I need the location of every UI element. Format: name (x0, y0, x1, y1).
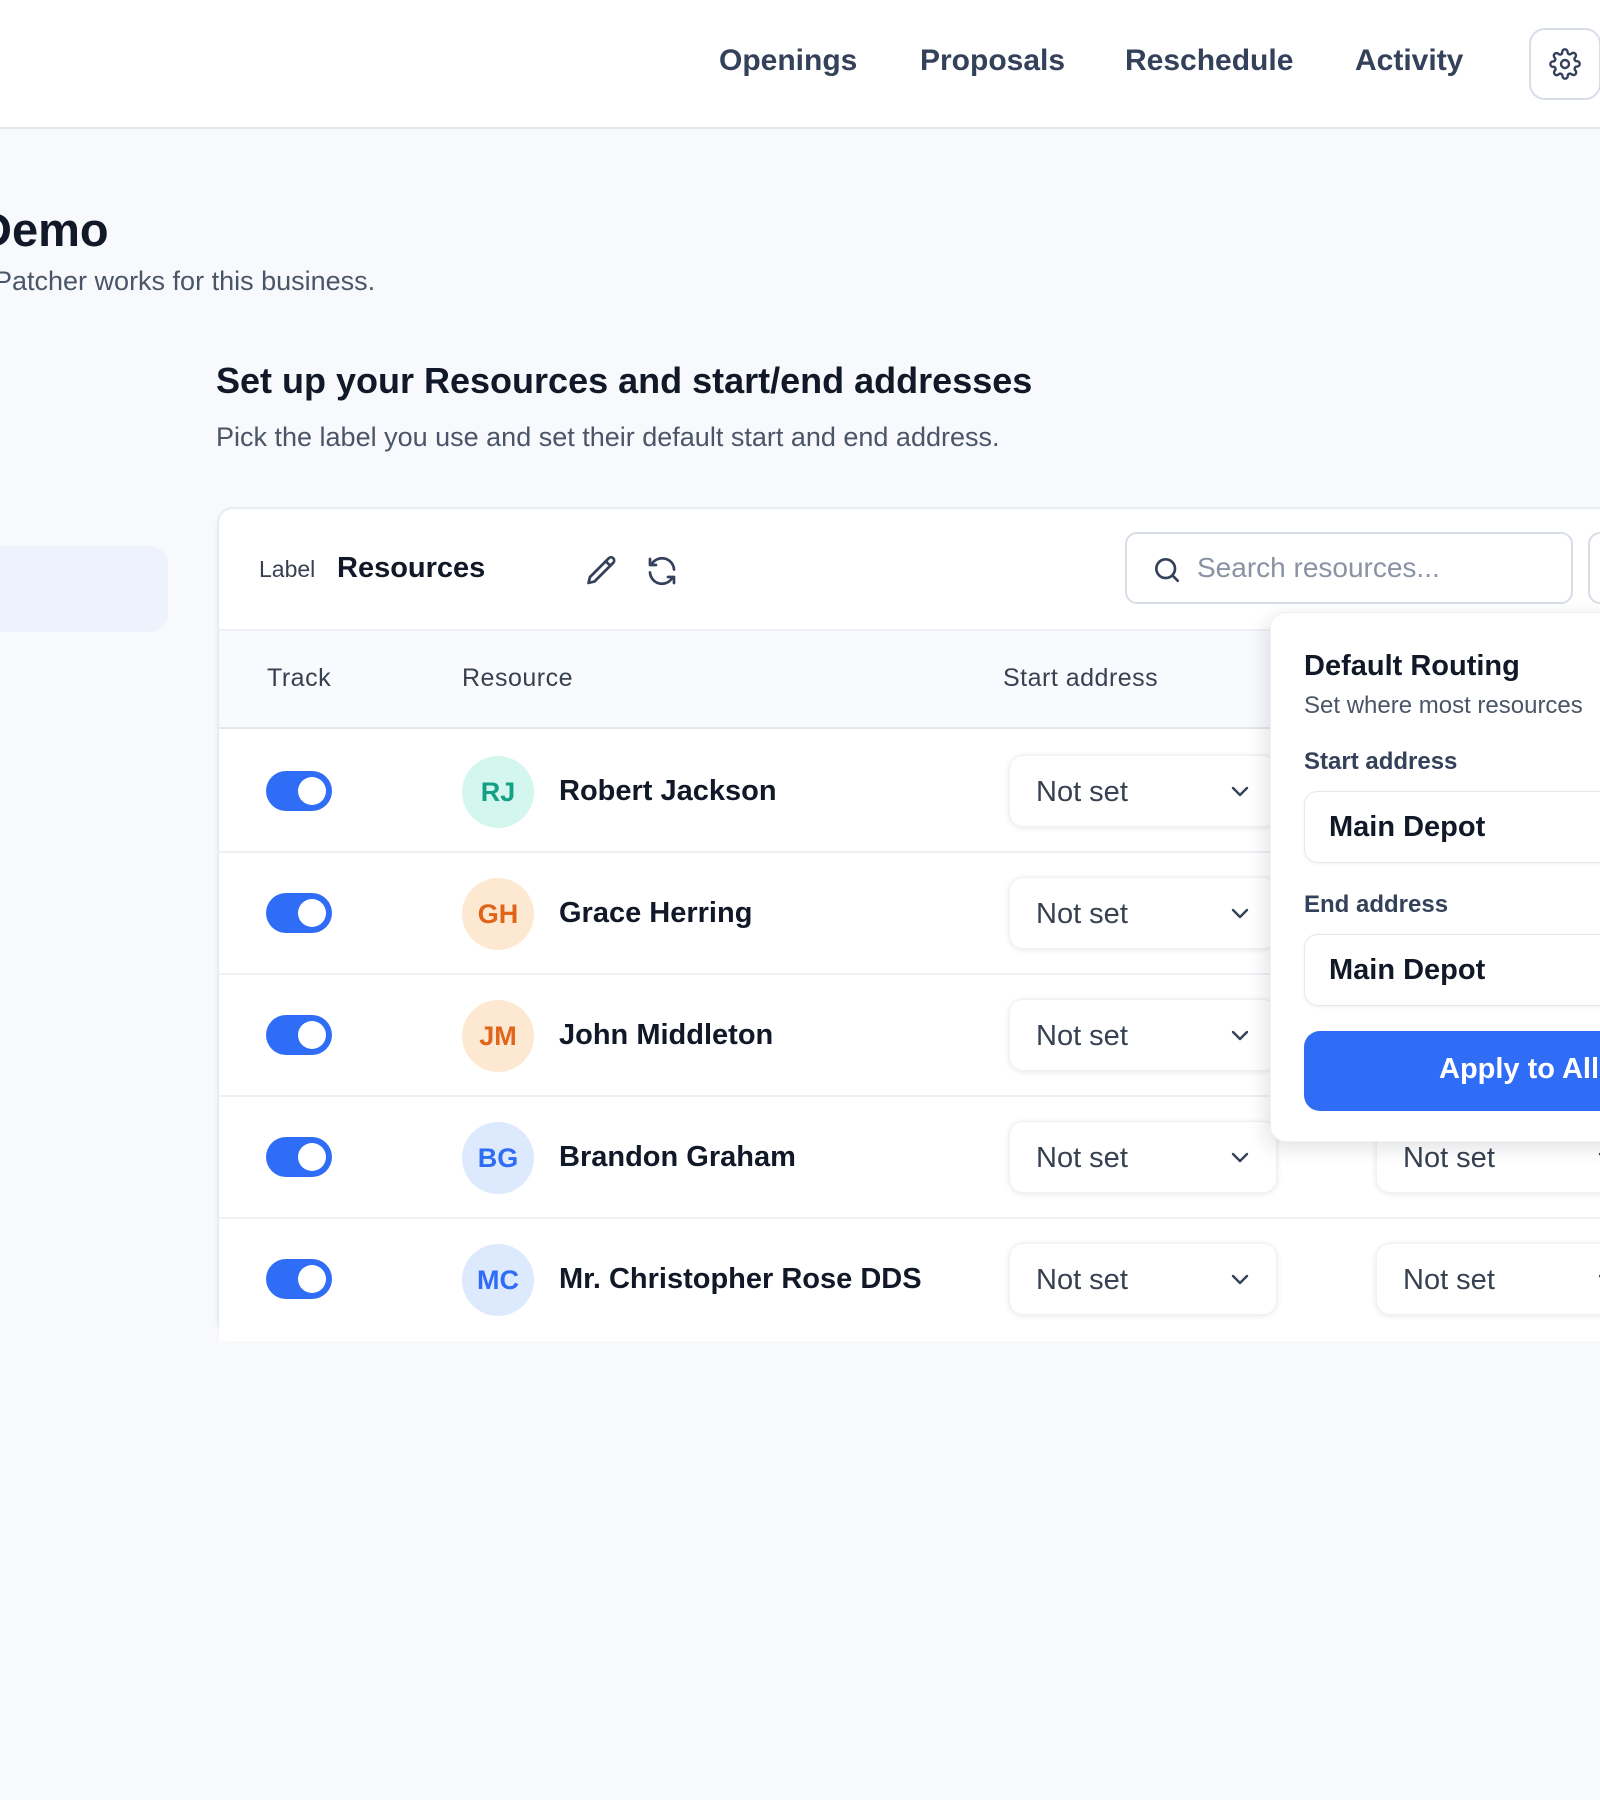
start-address-select[interactable]: Not set (1009, 999, 1277, 1071)
column-start-address: Start address (1003, 664, 1159, 692)
refresh-icon[interactable] (644, 553, 680, 589)
search-field[interactable] (1125, 532, 1573, 604)
popover-start-label: Start address (1304, 748, 1458, 775)
avatar: RJ (462, 756, 534, 828)
chevron-down-icon (1228, 1271, 1252, 1289)
top-nav-bar: Openings Proposals Reschedule Activity (0, 0, 1600, 129)
section-title: Set up your Resources and start/end addr… (216, 360, 1033, 401)
popover-start-value: Main Depot (1329, 811, 1486, 843)
gear-icon (1549, 48, 1581, 80)
start-address-select[interactable]: Not set (1009, 1243, 1277, 1315)
page-subtitle: Patcher works for this business. (0, 266, 376, 296)
avatar: JM (462, 1000, 534, 1072)
page-title: Demo (0, 203, 109, 256)
popover-end-select[interactable]: Main Depot (1304, 934, 1600, 1006)
sidebar-active-item[interactable] (0, 546, 168, 632)
toggle-knob (298, 899, 326, 927)
nav-openings[interactable]: Openings (719, 44, 857, 78)
end-address-value: Not set (1403, 1264, 1495, 1296)
start-address-value: Not set (1036, 1020, 1128, 1052)
toggle-knob (298, 1265, 326, 1293)
apply-to-all-label: Apply to All (1439, 1053, 1600, 1085)
end-address-value: Not set (1403, 1142, 1495, 1174)
track-toggle[interactable] (266, 1137, 332, 1177)
popover-subtitle: Set where most resources (1304, 692, 1583, 719)
start-address-select[interactable]: Not set (1009, 877, 1277, 949)
apply-to-all-button[interactable]: Apply to All (1304, 1031, 1600, 1111)
popover-start-select[interactable]: Main Depot (1304, 791, 1600, 863)
table-row: MC Mr. Christopher Rose DDS Not set Not set (219, 1219, 1600, 1341)
toggle-knob (298, 1021, 326, 1049)
start-address-value: Not set (1036, 776, 1128, 808)
column-resource: Resource (462, 664, 573, 692)
popover-end-value: Main Depot (1329, 954, 1486, 986)
resource-name: John Middleton (559, 1019, 774, 1051)
start-address-value: Not set (1036, 1142, 1128, 1174)
pencil-icon[interactable] (584, 553, 620, 589)
label-value: Resources (337, 552, 486, 584)
default-routing-popover: Default Routing Set where most resources… (1270, 612, 1600, 1142)
column-track: Track (267, 664, 332, 692)
track-toggle[interactable] (266, 1259, 332, 1299)
label-caption: Label (259, 556, 316, 582)
track-toggle[interactable] (266, 771, 332, 811)
track-toggle[interactable] (266, 893, 332, 933)
chevron-down-icon (1228, 905, 1252, 923)
resource-name: Robert Jackson (559, 775, 777, 807)
avatar: BG (462, 1122, 534, 1194)
section-subtitle: Pick the label you use and set their def… (216, 422, 1000, 452)
start-address-select[interactable]: Not set (1009, 1121, 1277, 1193)
resource-name: Brandon Graham (559, 1141, 796, 1173)
settings-button[interactable] (1529, 28, 1600, 100)
header-action-button[interactable] (1588, 532, 1600, 604)
search-input[interactable] (1197, 548, 1557, 588)
chevron-down-icon (1228, 1149, 1252, 1167)
search-icon (1155, 558, 1179, 582)
start-address-value: Not set (1036, 898, 1128, 930)
popover-end-label: End address (1304, 891, 1449, 918)
nav-proposals[interactable]: Proposals (920, 44, 1065, 78)
start-address-select[interactable]: Not set (1009, 755, 1277, 827)
nav-reschedule[interactable]: Reschedule (1125, 44, 1293, 78)
nav-activity[interactable]: Activity (1355, 44, 1463, 78)
track-toggle[interactable] (266, 1015, 332, 1055)
resource-name: Grace Herring (559, 897, 753, 929)
toggle-knob (298, 1143, 326, 1171)
resource-name: Mr. Christopher Rose DDS (559, 1263, 922, 1295)
chevron-down-icon (1228, 1027, 1252, 1045)
avatar: MC (462, 1244, 534, 1316)
end-address-select[interactable]: Not set (1376, 1243, 1600, 1315)
chevron-down-icon (1228, 783, 1252, 801)
toggle-knob (298, 777, 326, 805)
avatar: GH (462, 878, 534, 950)
popover-title: Default Routing (1304, 650, 1520, 682)
chevron-down-icon (1595, 1149, 1600, 1167)
chevron-down-icon (1595, 1271, 1600, 1289)
start-address-value: Not set (1036, 1264, 1128, 1296)
